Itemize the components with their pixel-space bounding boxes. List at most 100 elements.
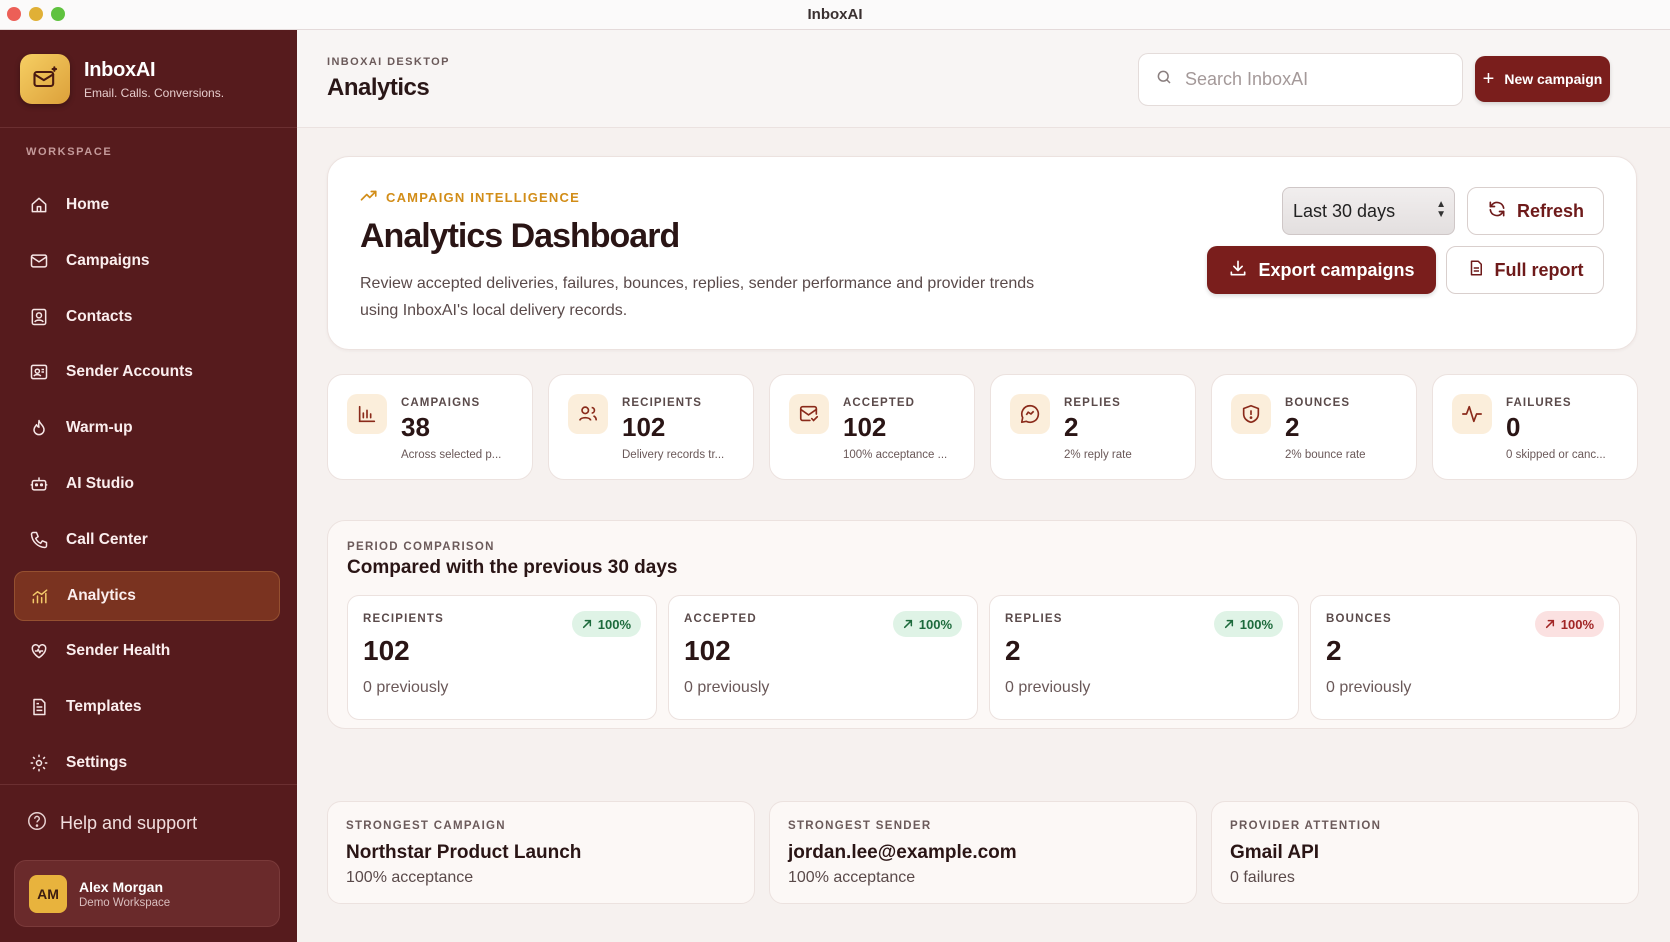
select-arrows-icon: ▲ ▼ bbox=[1436, 199, 1446, 220]
arrow-up-right-icon bbox=[582, 617, 592, 632]
sidebar-item-home[interactable]: Home bbox=[14, 180, 280, 230]
zoom-window-button[interactable] bbox=[51, 7, 65, 21]
export-campaigns-label: Export campaigns bbox=[1258, 259, 1415, 280]
sidebar-item-label: Contacts bbox=[66, 307, 133, 325]
comparison-card-replies: REPLIES 100% 2 0 previously bbox=[989, 595, 1299, 720]
workspace-section-label: WORKSPACE bbox=[26, 146, 113, 158]
arrow-up-right-icon bbox=[1545, 617, 1555, 632]
mail-icon bbox=[28, 250, 50, 272]
stat-card-accepted[interactable]: ACCEPTED 102 100% acceptance ... bbox=[769, 374, 975, 480]
stat-card-replies[interactable]: REPLIES 2 2% reply rate bbox=[990, 374, 1196, 480]
date-range-select[interactable]: Last 30 days ▲ ▼ bbox=[1282, 187, 1455, 235]
page-header: INBOXAI DESKTOP Analytics + New campaign bbox=[297, 30, 1670, 128]
comparison-label: REPLIES bbox=[1005, 613, 1063, 625]
gear-icon bbox=[28, 752, 50, 774]
user-name: Alex Morgan bbox=[79, 878, 164, 895]
stat-card-campaigns[interactable]: CAMPAIGNS 38 Across selected p... bbox=[327, 374, 533, 480]
stat-value: 2 bbox=[1064, 412, 1079, 442]
comparison-value: 102 bbox=[363, 635, 410, 666]
chart-icon bbox=[29, 585, 51, 607]
hero-eyebrow: CAMPAIGN INTELLIGENCE bbox=[360, 189, 580, 206]
comparison-value: 2 bbox=[1005, 635, 1021, 666]
hero-title: Analytics Dashboard bbox=[360, 217, 680, 255]
sidebar-item-label: Home bbox=[66, 196, 110, 213]
full-report-label: Full report bbox=[1494, 259, 1584, 280]
minimize-window-button[interactable] bbox=[29, 7, 43, 21]
sidebar-item-label: Call Center bbox=[66, 530, 148, 548]
sidebar-item-call-center[interactable]: Call Center bbox=[14, 515, 280, 565]
phone-icon bbox=[28, 529, 50, 551]
user-workspace: Demo Workspace bbox=[79, 896, 171, 909]
stat-subtext: 100% acceptance ... bbox=[843, 449, 948, 461]
change-badge: 100% bbox=[1534, 611, 1604, 637]
plus-icon: + bbox=[1482, 68, 1495, 90]
help-and-support-label: Help and support bbox=[60, 813, 198, 833]
sidebar-item-templates[interactable]: Templates bbox=[14, 682, 280, 732]
search-box[interactable] bbox=[1138, 53, 1463, 106]
refresh-button[interactable]: Refresh bbox=[1467, 187, 1604, 235]
stat-label: REPLIES bbox=[1064, 397, 1121, 409]
search-input[interactable] bbox=[1185, 69, 1445, 90]
export-campaigns-button[interactable]: Export campaigns bbox=[1207, 246, 1436, 294]
sidebar-item-contacts[interactable]: Contacts bbox=[14, 292, 280, 342]
brand-logo bbox=[20, 54, 70, 104]
stat-value: 2 bbox=[1285, 412, 1300, 442]
users-icon bbox=[568, 394, 608, 434]
sidebar-item-campaigns[interactable]: Campaigns bbox=[14, 236, 280, 286]
user-profile-card[interactable]: AM Alex Morgan Demo Workspace bbox=[14, 860, 280, 927]
arrow-up-right-icon bbox=[903, 617, 913, 632]
sidebar: InboxAI Email. Calls. Conversions. WORKS… bbox=[0, 30, 297, 942]
sidebar-item-label: Templates bbox=[66, 698, 142, 716]
home-icon bbox=[28, 194, 50, 216]
sidebar-item-sender-health[interactable]: Sender Health bbox=[14, 626, 280, 676]
sidebar-item-ai-studio[interactable]: AI Studio bbox=[14, 459, 280, 509]
comparison-previous: 0 previously bbox=[1005, 679, 1091, 696]
highlight-label: STRONGEST CAMPAIGN bbox=[346, 820, 506, 832]
brand-tagline: Email. Calls. Conversions. bbox=[84, 85, 225, 100]
arrow-up-right-icon bbox=[1224, 617, 1234, 632]
period-comparison-section: PERIOD COMPARISON Compared with the prev… bbox=[327, 520, 1637, 729]
stat-value: 0 bbox=[1506, 412, 1521, 442]
highlight-label: PROVIDER ATTENTION bbox=[1230, 820, 1382, 832]
comparison-card-bounces: BOUNCES 100% 2 0 previously bbox=[1310, 595, 1620, 720]
stat-label: FAILURES bbox=[1506, 397, 1572, 409]
stat-card-failures[interactable]: FAILURES 0 0 skipped or canc... bbox=[1432, 374, 1638, 480]
window-titlebar: InboxAI bbox=[0, 0, 1670, 30]
highlight-subtext: 0 failures bbox=[1230, 869, 1295, 886]
period-title: Compared with the previous 30 days bbox=[347, 557, 678, 578]
change-badge: 100% bbox=[571, 611, 641, 637]
avatar: AM bbox=[29, 874, 67, 913]
comparison-label: ACCEPTED bbox=[684, 613, 757, 625]
stat-label: RECIPIENTS bbox=[622, 397, 703, 409]
bar-chart-icon bbox=[347, 394, 387, 434]
close-window-button[interactable] bbox=[7, 7, 21, 21]
help-and-support-link[interactable]: Help and support bbox=[26, 810, 197, 837]
highlight-provider-attention[interactable]: PROVIDER ATTENTION Gmail API 0 failures bbox=[1211, 801, 1639, 904]
sidebar-item-label: Sender Accounts bbox=[66, 363, 193, 381]
brand[interactable]: InboxAI Email. Calls. Conversions. bbox=[20, 54, 224, 104]
highlight-value: jordan.lee@example.com bbox=[788, 842, 1017, 863]
stat-card-recipients[interactable]: RECIPIENTS 102 Delivery records tr... bbox=[548, 374, 754, 480]
highlight-value: Northstar Product Launch bbox=[346, 842, 582, 863]
highlight-strongest-sender[interactable]: STRONGEST SENDER jordan.lee@example.com … bbox=[769, 801, 1197, 904]
highlight-strongest-campaign[interactable]: STRONGEST CAMPAIGN Northstar Product Lau… bbox=[327, 801, 755, 904]
new-campaign-button[interactable]: + New campaign bbox=[1475, 56, 1610, 102]
sidebar-item-warm-up[interactable]: Warm-up bbox=[14, 403, 280, 453]
stat-card-bounces[interactable]: BOUNCES 2 2% bounce rate bbox=[1211, 374, 1417, 480]
mail-check-icon bbox=[789, 394, 829, 434]
sidebar-item-settings[interactable]: Settings bbox=[14, 738, 280, 788]
window-controls bbox=[7, 7, 65, 21]
sidebar-item-analytics[interactable]: Analytics bbox=[14, 570, 280, 621]
comparison-value: 2 bbox=[1326, 635, 1342, 666]
hero-description: Review accepted deliveries, failures, bo… bbox=[360, 275, 1035, 319]
search-icon bbox=[1155, 68, 1173, 91]
sidebar-item-label: Sender Health bbox=[66, 642, 171, 660]
date-range-value: Last 30 days bbox=[1293, 200, 1396, 221]
full-report-button[interactable]: Full report bbox=[1446, 246, 1604, 294]
new-campaign-label: New campaign bbox=[1504, 71, 1603, 87]
sidebar-item-sender-accounts[interactable]: Sender Accounts bbox=[14, 347, 280, 397]
change-value: 100% bbox=[597, 616, 631, 632]
stat-subtext: 2% bounce rate bbox=[1285, 449, 1366, 461]
stat-value: 38 bbox=[401, 412, 430, 442]
stat-label: ACCEPTED bbox=[843, 397, 916, 409]
